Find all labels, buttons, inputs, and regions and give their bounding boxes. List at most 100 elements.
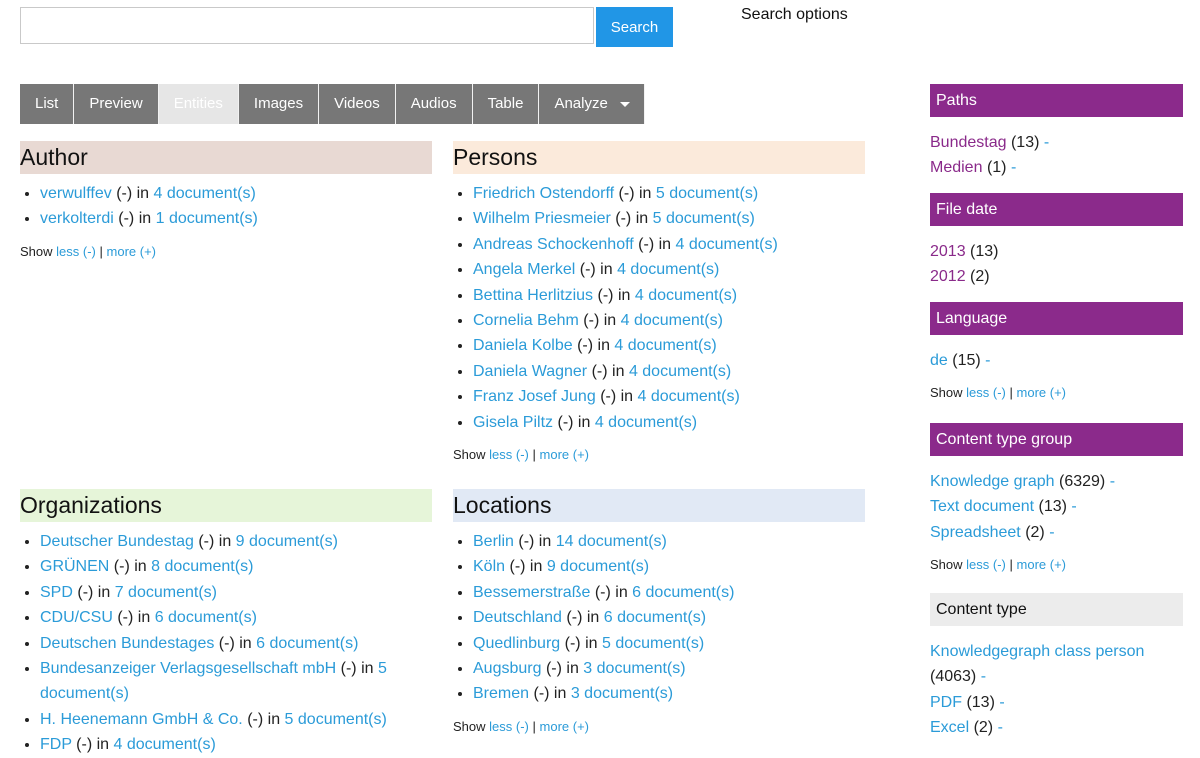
show-more-link[interactable]: more (+) — [1017, 557, 1066, 572]
persons-entity-link[interactable]: Andreas Schockenhoff — [473, 236, 634, 253]
exclude-button[interactable]: (-) — [557, 414, 573, 431]
persons-documents-link[interactable]: 4 document(s) — [595, 414, 697, 431]
exclude-button[interactable]: - — [1071, 498, 1076, 515]
persons-entity-link[interactable]: Gisela Piltz — [473, 414, 553, 431]
organizations-documents-link[interactable]: 8 document(s) — [151, 558, 253, 575]
persons-documents-link[interactable]: 4 document(s) — [638, 388, 740, 405]
locations-entity-link[interactable]: Köln — [473, 558, 505, 575]
exclude-button[interactable]: (-) — [565, 635, 581, 652]
organizations-entity-link[interactable]: GRÜNEN — [40, 558, 109, 575]
persons-documents-link[interactable]: 4 document(s) — [621, 312, 723, 329]
organizations-entity-link[interactable]: H. Heenemann GmbH & Co. — [40, 711, 243, 728]
persons-documents-link[interactable]: 4 document(s) — [617, 261, 719, 278]
locations-entity-link[interactable]: Berlin — [473, 533, 514, 550]
organizations-entity-link[interactable]: CDU/CSU — [40, 609, 113, 626]
show-less-link[interactable]: less (-) — [489, 719, 529, 734]
author-entity-link[interactable]: verwulffev — [40, 185, 112, 202]
exclude-button[interactable]: (-) — [114, 558, 130, 575]
persons-documents-link[interactable]: 5 document(s) — [656, 185, 758, 202]
sidebar-item-link[interactable]: 2012 — [930, 268, 966, 285]
persons-documents-link[interactable]: 4 document(s) — [635, 287, 737, 304]
tab-preview[interactable]: Preview — [74, 84, 159, 124]
locations-entity-link[interactable]: Augsburg — [473, 660, 542, 677]
exclude-button[interactable]: (-) — [598, 287, 614, 304]
organizations-documents-link[interactable]: 6 document(s) — [256, 635, 358, 652]
organizations-entity-link[interactable]: SPD — [40, 584, 73, 601]
exclude-button[interactable]: (-) — [595, 584, 611, 601]
locations-entity-link[interactable]: Quedlinburg — [473, 635, 560, 652]
sidebar-item-link[interactable]: Bundestag — [930, 134, 1007, 151]
search-input[interactable] — [20, 7, 594, 44]
exclude-button[interactable]: (-) — [583, 312, 599, 329]
persons-entity-link[interactable]: Friedrich Ostendorff — [473, 185, 614, 202]
exclude-button[interactable]: (-) — [533, 685, 549, 702]
show-less-link[interactable]: less (-) — [966, 557, 1006, 572]
locations-documents-link[interactable]: 5 document(s) — [602, 635, 704, 652]
exclude-button[interactable]: (-) — [518, 533, 534, 550]
locations-documents-link[interactable]: 3 document(s) — [583, 660, 685, 677]
exclude-button[interactable]: (-) — [509, 558, 525, 575]
persons-entity-link[interactable]: Angela Merkel — [473, 261, 575, 278]
exclude-button[interactable]: (-) — [198, 533, 214, 550]
organizations-documents-link[interactable]: 7 document(s) — [115, 584, 217, 601]
organizations-entity-link[interactable]: Deutschen Bundestages — [40, 635, 214, 652]
tab-audios[interactable]: Audios — [395, 84, 473, 124]
exclude-button[interactable]: - — [1049, 524, 1054, 541]
sidebar-item-link[interactable]: 2013 — [930, 243, 966, 260]
exclude-button[interactable]: - — [1110, 473, 1115, 490]
sidebar-item-link[interactable]: Knowledge graph — [930, 473, 1055, 490]
exclude-button[interactable]: (-) — [577, 337, 593, 354]
exclude-button[interactable]: (-) — [76, 736, 92, 753]
locations-documents-link[interactable]: 6 document(s) — [632, 584, 734, 601]
locations-documents-link[interactable]: 6 document(s) — [604, 609, 706, 626]
locations-documents-link[interactable]: 3 document(s) — [571, 685, 673, 702]
sidebar-item-link[interactable]: Medien — [930, 159, 982, 176]
show-more-link[interactable]: more (+) — [540, 719, 589, 734]
tab-videos[interactable]: Videos — [319, 84, 396, 124]
exclude-button[interactable]: (-) — [580, 261, 596, 278]
locations-documents-link[interactable]: 9 document(s) — [547, 558, 649, 575]
sidebar-item-link[interactable]: de — [930, 352, 948, 369]
organizations-documents-link[interactable]: 5 document(s) — [285, 711, 387, 728]
exclude-button[interactable]: (-) — [566, 609, 582, 626]
tab-images[interactable]: Images — [238, 84, 320, 124]
show-more-link[interactable]: more (+) — [107, 244, 156, 259]
show-less-link[interactable]: less (-) — [56, 244, 96, 259]
sidebar-item-link[interactable]: Text document — [930, 498, 1034, 515]
sidebar-item-link[interactable]: Knowledgegraph class person — [930, 643, 1144, 660]
author-documents-link[interactable]: 4 document(s) — [154, 185, 256, 202]
sidebar-item-link[interactable]: Spreadsheet — [930, 524, 1021, 541]
tab-list[interactable]: List — [20, 84, 75, 124]
search-options-link[interactable]: Search options — [741, 6, 848, 24]
exclude-button[interactable]: (-) — [116, 185, 132, 202]
show-more-link[interactable]: more (+) — [540, 447, 589, 462]
show-more-link[interactable]: more (+) — [1017, 385, 1066, 400]
exclude-button[interactable]: (-) — [77, 584, 93, 601]
exclude-button[interactable]: - — [998, 719, 1003, 736]
exclude-button[interactable]: (-) — [219, 635, 235, 652]
organizations-entity-link[interactable]: FDP — [40, 736, 72, 753]
organizations-entity-link[interactable]: Deutscher Bundestag — [40, 533, 194, 550]
exclude-button[interactable]: - — [985, 352, 990, 369]
sidebar-item-link[interactable]: PDF — [930, 694, 962, 711]
persons-entity-link[interactable]: Wilhelm Priesmeier — [473, 210, 611, 227]
organizations-documents-link[interactable]: 4 document(s) — [114, 736, 216, 753]
exclude-button[interactable]: (-) — [117, 609, 133, 626]
exclude-button[interactable]: (-) — [619, 185, 635, 202]
locations-entity-link[interactable]: Deutschland — [473, 609, 562, 626]
persons-entity-link[interactable]: Daniela Kolbe — [473, 337, 573, 354]
search-button[interactable]: Search — [596, 7, 673, 47]
exclude-button[interactable]: (-) — [546, 660, 562, 677]
organizations-documents-link[interactable]: 6 document(s) — [155, 609, 257, 626]
exclude-button[interactable]: (-) — [118, 210, 134, 227]
tab-entities[interactable]: Entities — [158, 84, 239, 124]
tab-table[interactable]: Table — [472, 84, 540, 124]
persons-documents-link[interactable]: 4 document(s) — [629, 363, 731, 380]
organizations-documents-link[interactable]: 9 document(s) — [236, 533, 338, 550]
exclude-button[interactable]: (-) — [592, 363, 608, 380]
exclude-button[interactable]: (-) — [615, 210, 631, 227]
organizations-entity-link[interactable]: Bundesanzeiger Verlagsgesellschaft mbH — [40, 660, 336, 677]
persons-documents-link[interactable]: 4 document(s) — [614, 337, 716, 354]
persons-documents-link[interactable]: 4 document(s) — [676, 236, 778, 253]
author-entity-link[interactable]: verkolterdi — [40, 210, 114, 227]
